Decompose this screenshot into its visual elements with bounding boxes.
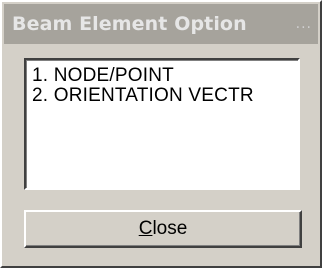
list-item-orientation-vector[interactable]: 2. ORIENTATION VECTR — [32, 86, 298, 106]
close-button[interactable]: Close — [24, 210, 302, 248]
close-button-mnemonic: C — [138, 218, 153, 239]
beam-element-option-dialog: Beam Element Option ... 1. NODE/POINT 2.… — [0, 0, 322, 268]
title-bar[interactable]: Beam Element Option ... — [4, 4, 318, 44]
list-item-node-point[interactable]: 1. NODE/POINT — [32, 66, 298, 86]
option-listbox[interactable]: 1. NODE/POINT 2. ORIENTATION VECTR — [24, 58, 300, 190]
close-button-label: lose — [152, 218, 188, 239]
window-title: Beam Element Option — [12, 13, 247, 35]
title-bar-overflow: ... — [295, 16, 312, 32]
